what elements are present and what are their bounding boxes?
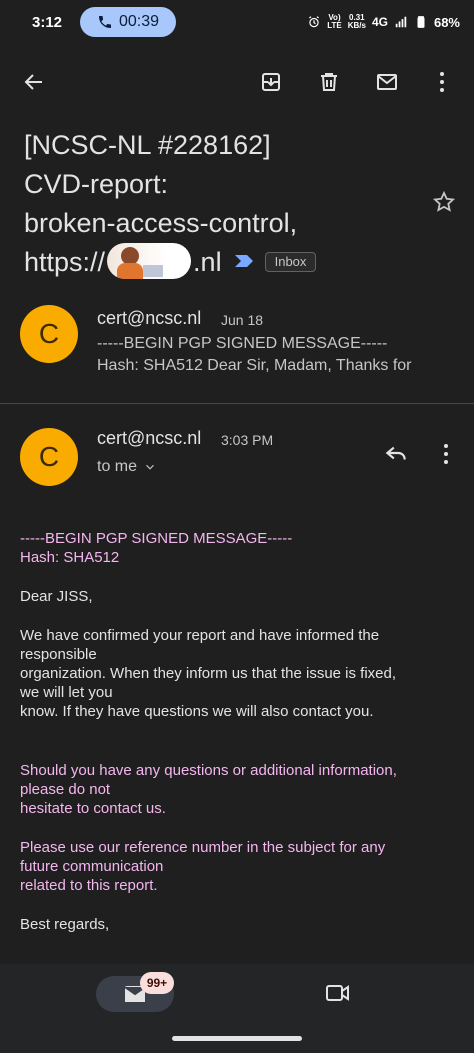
status-time: 3:12 (32, 13, 63, 31)
arrow-left-icon (24, 74, 42, 90)
star-button[interactable] (432, 190, 456, 214)
paragraph-1: We have confirmed your report and have i… (20, 627, 397, 720)
mail-unread-badge: 99+ (140, 972, 174, 994)
subject-line-4: https:// .nl Inbox (24, 243, 424, 282)
message-divider (0, 403, 474, 404)
back-button[interactable] (20, 68, 48, 96)
importance-marker-icon (235, 255, 254, 267)
message-more-button[interactable] (436, 440, 456, 468)
subject-url-prefix: https:// (24, 247, 106, 277)
paragraph-3: Please use our reference number in the s… (20, 839, 386, 894)
more-vert-icon (436, 440, 456, 468)
email-subject: [NCSC-NL #228162] CVD-report: broken-acc… (24, 126, 424, 282)
network-type: 4G (371, 15, 388, 29)
more-vert-icon (428, 68, 456, 96)
recipient-label: to me (97, 458, 138, 475)
star-icon (432, 190, 456, 212)
phone-icon (98, 16, 111, 28)
signal-icon (395, 16, 407, 28)
ongoing-call-pill[interactable]: 00:39 (80, 7, 176, 37)
message-date: Jun 18 (221, 312, 264, 328)
home-indicator[interactable] (172, 1036, 302, 1041)
reply-button[interactable] (383, 440, 411, 468)
reply-icon (385, 446, 406, 460)
sender-avatar[interactable]: C (20, 305, 78, 363)
closing: Best regards, (20, 916, 110, 933)
message-sender[interactable]: cert@ncsc.nl (97, 308, 201, 329)
mail-icon (377, 74, 397, 90)
nav-meet-button[interactable] (325, 982, 353, 1006)
subject-line-2: CVD-report: (24, 169, 169, 199)
status-indicators: Vo) LTE 0.31 KB/s 4G 68% (307, 14, 460, 30)
status-bar: 3:12 00:39 Vo) LTE 0.31 KB/s 4G 68% (0, 0, 474, 44)
subject-line-3: broken-access-control, (24, 208, 298, 238)
mark-unread-button[interactable] (373, 68, 401, 96)
more-options-button[interactable] (428, 68, 456, 96)
alarm-icon (309, 16, 320, 28)
inbox-label[interactable]: Inbox (264, 252, 317, 272)
greeting: Dear JISS, (20, 588, 93, 605)
archive-button[interactable] (257, 68, 285, 96)
volte-indicator: Vo) LTE (327, 13, 342, 30)
message-snippet[interactable]: -----BEGIN PGP SIGNED MESSAGE----- Hash:… (97, 333, 437, 377)
trash-icon (321, 73, 337, 91)
subject-line-1: [NCSC-NL #228162] (24, 130, 271, 160)
sender-avatar-expanded[interactable]: C (20, 428, 78, 486)
delete-button[interactable] (315, 68, 343, 96)
message-sender-expanded[interactable]: cert@ncsc.nl (97, 428, 201, 449)
recipient-details-toggle[interactable]: to me (97, 458, 157, 476)
paragraph-2: Should you have any questions or additio… (20, 762, 397, 817)
subject-url-suffix: .nl (193, 247, 222, 277)
redaction-sticker (107, 243, 192, 279)
archive-icon (262, 73, 280, 91)
battery-icon (417, 16, 425, 28)
network-speed: 0.31 KB/s (347, 13, 366, 30)
battery-percent: 68% (433, 14, 460, 30)
pgp-header: -----BEGIN PGP SIGNED MESSAGE----- Hash:… (20, 530, 293, 566)
chevron-down-icon (146, 464, 154, 470)
message-time: 3:03 PM (221, 432, 274, 448)
bottom-navigation: 99+ (0, 964, 474, 1053)
email-toolbar (0, 58, 474, 106)
call-timer: 00:39 (118, 13, 160, 30)
video-camera-icon (326, 985, 349, 1001)
